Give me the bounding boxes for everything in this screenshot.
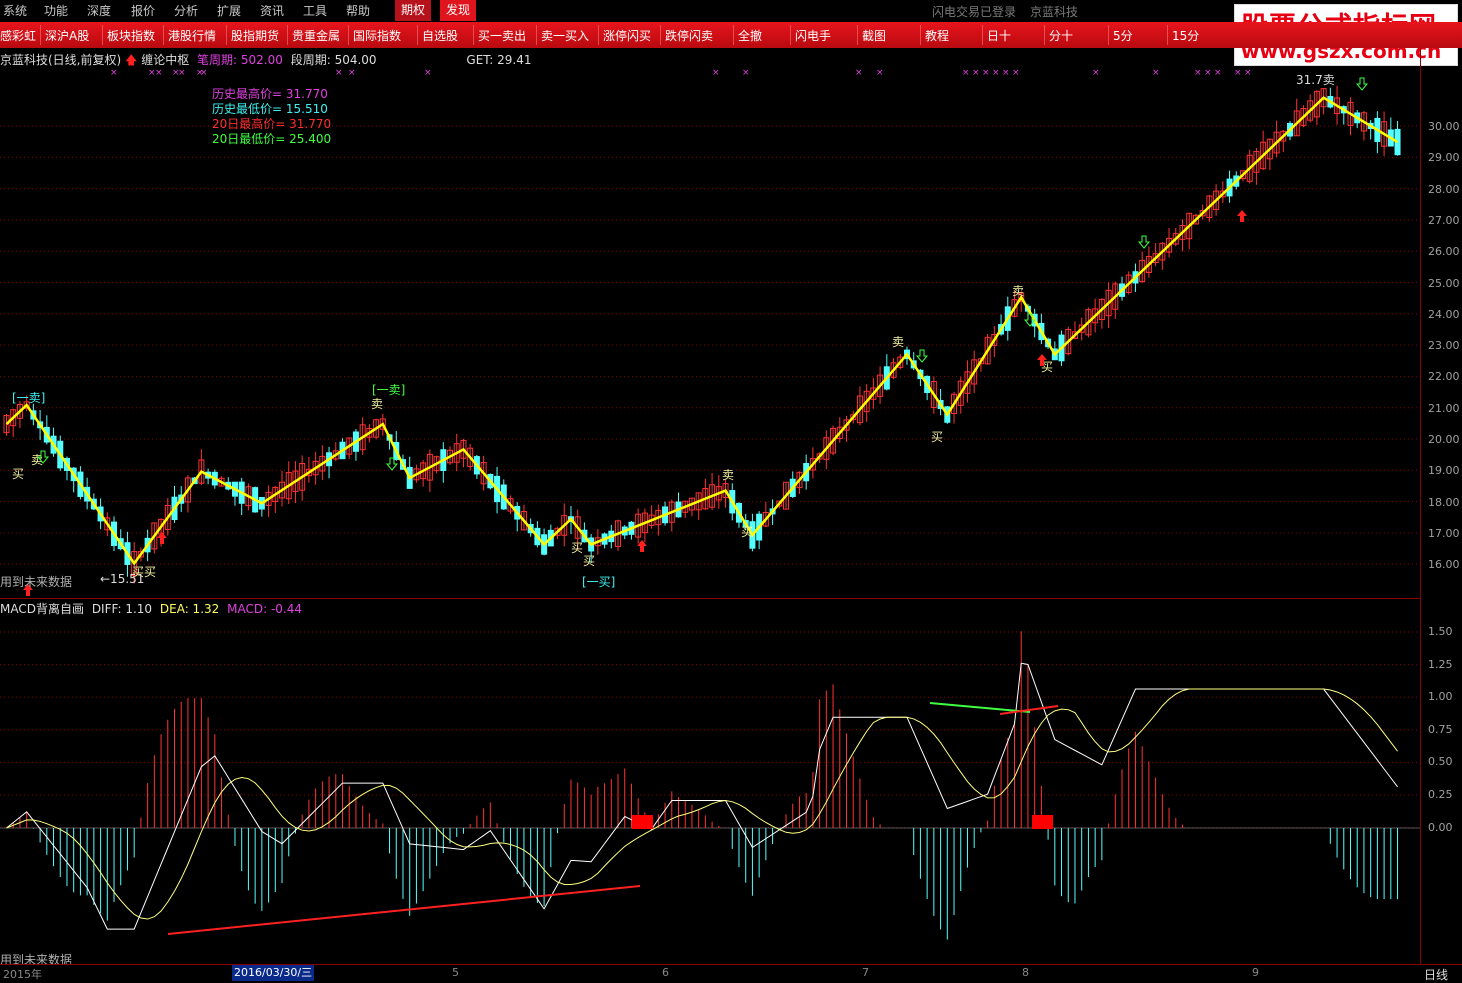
year-label: 2015年 xyxy=(3,968,42,981)
price-tick: 17.00 xyxy=(1428,526,1460,540)
price-tick: 22.00 xyxy=(1428,370,1460,384)
kline-chart[interactable]: × × × ×× ×× × × × × × × × × × × × × × × × × × × × ×[一卖][一卖][一买]←… xyxy=(0,0,1462,981)
label-sell-11: 卖 xyxy=(1012,284,1024,298)
signal-x-mark: × xyxy=(1012,68,1020,78)
divergence-line-red xyxy=(167,885,641,935)
signal-x-mark: × xyxy=(1244,68,1252,78)
signal-x-mark: × xyxy=(178,68,186,78)
buy-arrow-icon xyxy=(1237,210,1247,222)
signal-x-mark: × xyxy=(855,68,863,78)
signal-x-mark: × xyxy=(1194,68,1202,78)
macd-dea: DEA: 1.32 xyxy=(159,602,220,616)
label-buy-4: 买 xyxy=(741,525,753,539)
price-tick: 28.00 xyxy=(1428,182,1460,196)
macd-tick: 0.75 xyxy=(1428,722,1453,736)
divergence-line-green xyxy=(929,702,1031,713)
label-buy-5: 买 xyxy=(931,430,943,444)
future-data-note: 用到未来数据 xyxy=(0,575,73,589)
macd-signal-box xyxy=(632,815,653,829)
macd-tick: 1.00 xyxy=(1428,690,1453,704)
price-tick: 25.00 xyxy=(1428,276,1460,290)
label-buy-2: 买 xyxy=(571,541,583,555)
sell-arrow-icon xyxy=(915,349,929,363)
signal-x-mark: × xyxy=(1214,68,1222,78)
macd-value: MACD: -0.44 xyxy=(227,602,302,616)
label-sell-9: 卖 xyxy=(722,468,734,482)
macd-tick: 0.25 xyxy=(1428,788,1453,801)
price-tick: 20.00 xyxy=(1428,433,1460,446)
macd-diff: DIFF: 1.10 xyxy=(91,602,153,616)
month-9: 9 xyxy=(1252,966,1259,979)
label-buybuy-1: 买买 xyxy=(132,565,156,579)
label-yi-mai-2: [一卖] xyxy=(372,383,405,397)
price-tick: 16.00 xyxy=(1428,558,1460,572)
price-tick: 21.00 xyxy=(1428,401,1460,415)
signal-x-mark: × xyxy=(962,68,970,78)
label-sell-8: 卖 xyxy=(371,397,383,411)
signal-x-mark: × xyxy=(424,68,432,78)
time-axis: 2015年 2016/03/30/三 5 6 7 8 9 日线 xyxy=(0,964,1462,982)
label-buy-3: 买 xyxy=(583,554,595,568)
price-tick: 24.00 xyxy=(1428,307,1460,321)
signal-x-mark: × xyxy=(110,68,118,78)
sell-arrow-icon xyxy=(1137,235,1151,249)
macd-tick: 1.25 xyxy=(1428,657,1453,671)
label-yi-mai: [一卖] xyxy=(12,391,45,405)
signal-x-mark: × xyxy=(982,68,990,78)
signal-x-mark: × xyxy=(348,68,356,78)
signal-x-mark: × xyxy=(1152,68,1160,78)
label-sell-10: 卖 xyxy=(892,335,904,349)
signal-x-mark: × xyxy=(1204,68,1212,78)
label-buy-0: 买 xyxy=(12,467,24,481)
signal-x-mark: × xyxy=(1002,68,1010,78)
price-tick: 18.00 xyxy=(1428,495,1460,509)
price-tick: 27.00 xyxy=(1428,213,1460,227)
macd-tick: 0.50 xyxy=(1428,755,1453,769)
signal-x-mark: × xyxy=(1092,68,1100,78)
signal-x-mark: × xyxy=(876,68,884,78)
sell-arrow-icon xyxy=(1355,77,1369,91)
price-tick: 19.00 xyxy=(1428,464,1460,478)
macd-tick: 1.50 xyxy=(1428,625,1453,638)
month-7: 7 xyxy=(862,966,869,979)
price-tick: 29.00 xyxy=(1428,151,1460,165)
panel-divider xyxy=(0,598,1420,599)
macd-title[interactable]: MACD背离自画 xyxy=(0,602,84,616)
macd-info-bar: MACD背离自画 DIFF: 1.10 DEA: 1.32 MACD: -0.4… xyxy=(0,600,302,617)
signal-x-mark: × xyxy=(335,68,343,78)
macd-tick: 0.00 xyxy=(1428,820,1453,834)
macd-signal-box-2 xyxy=(1032,815,1053,829)
month-5: 5 xyxy=(452,966,459,979)
period-daily[interactable]: 日线 xyxy=(1424,966,1448,983)
price-tick: 26.00 xyxy=(1428,245,1460,259)
label-high-mark: 31.7卖 xyxy=(1296,73,1335,87)
month-6: 6 xyxy=(662,966,669,979)
signal-x-mark: × xyxy=(200,68,208,78)
cursor-date: 2016/03/30/三 xyxy=(232,965,315,981)
price-axis-line xyxy=(1420,48,1421,968)
price-tick: 23.00 xyxy=(1428,339,1460,353)
zigzag-line xyxy=(5,96,1399,566)
signal-x-mark: × xyxy=(712,68,720,78)
signal-x-mark: × xyxy=(155,68,163,78)
signal-x-mark: × xyxy=(992,68,1000,78)
price-tick: 30.00 xyxy=(1428,120,1460,133)
signal-x-mark: × xyxy=(972,68,980,78)
month-8: 8 xyxy=(1022,966,1029,979)
label-yi-buy: [一买] xyxy=(582,575,615,589)
signal-x-mark: × xyxy=(742,68,750,78)
signal-x-mark: × xyxy=(1234,68,1242,78)
